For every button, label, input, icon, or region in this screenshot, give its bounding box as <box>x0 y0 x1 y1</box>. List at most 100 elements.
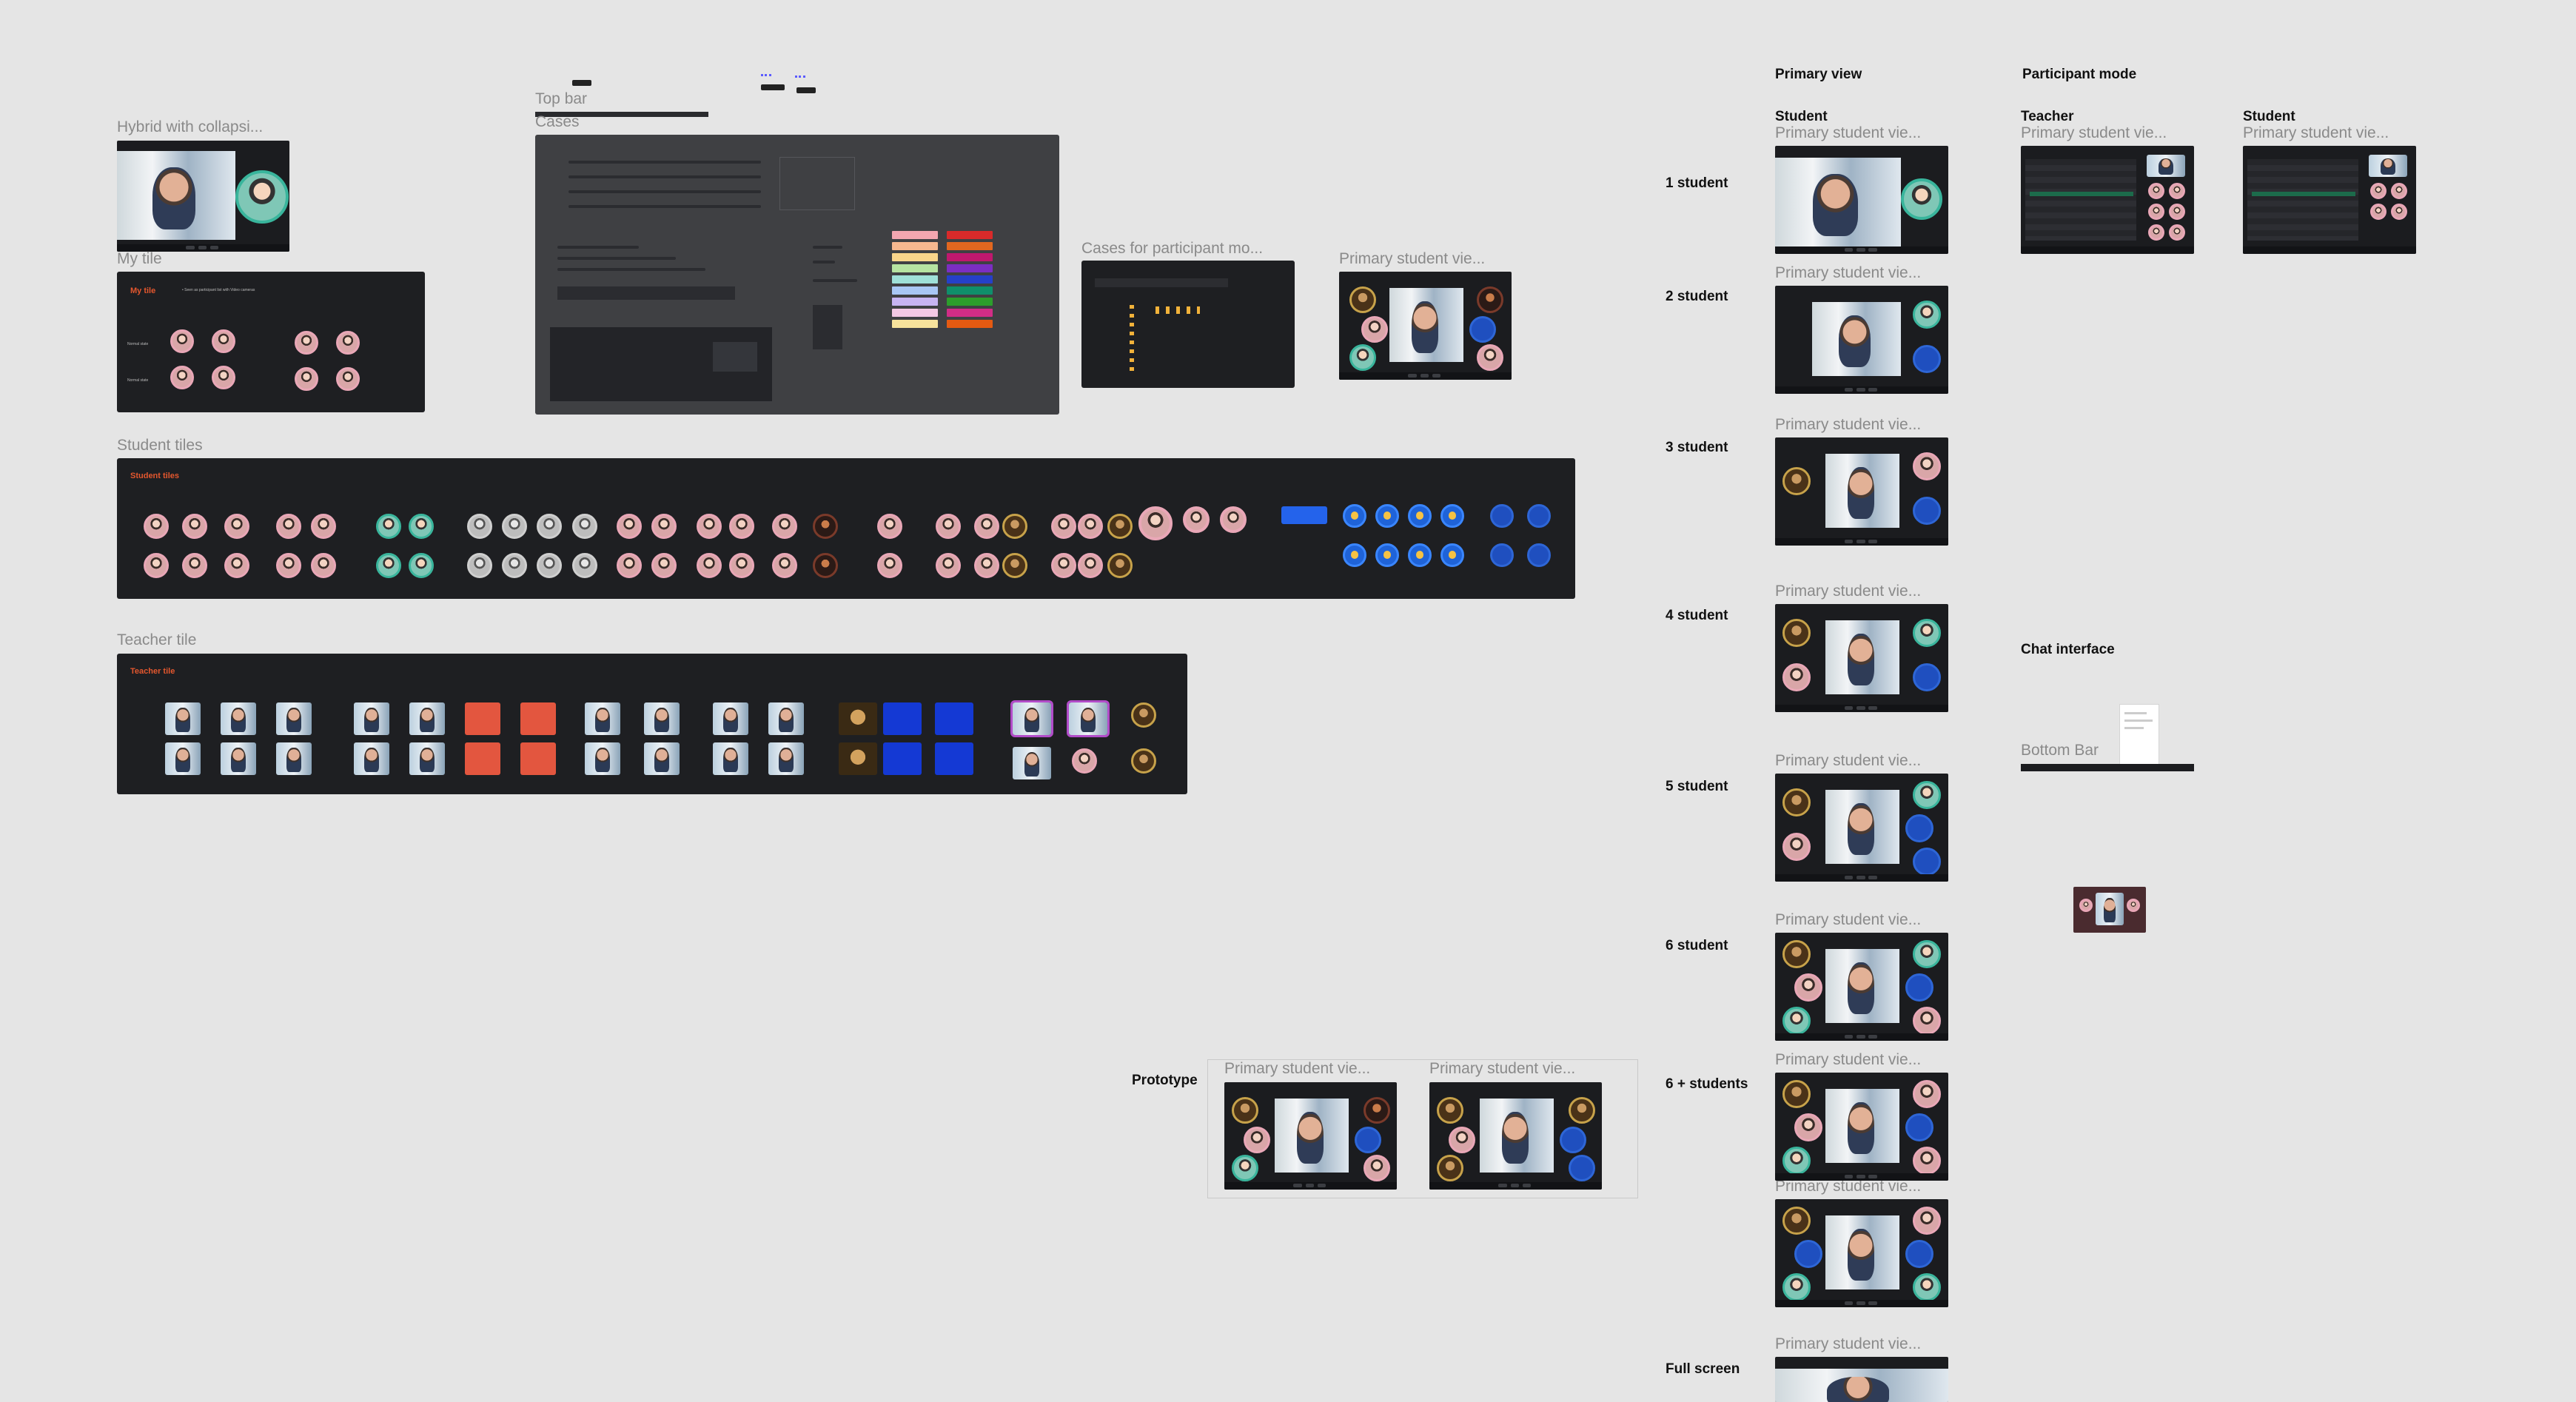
avatar-icon <box>1220 506 1247 533</box>
row-label-full-screen: Full screen <box>1666 1361 1740 1377</box>
face <box>1848 634 1874 685</box>
control-button <box>1868 1301 1878 1306</box>
video-thumbnail <box>839 742 877 775</box>
status-samples <box>813 305 842 349</box>
participant-student-thumbnail[interactable] <box>2243 146 2416 254</box>
video-thumbnail <box>165 702 201 735</box>
teacher-tile-panel[interactable]: Teacher tile <box>117 654 1187 794</box>
avatar-icon <box>617 553 642 578</box>
avatar-icon <box>502 553 527 578</box>
menu-sample <box>713 342 757 372</box>
avatar-icon <box>1913 663 1941 691</box>
avatar-icon <box>1131 748 1156 774</box>
control-button <box>1844 876 1854 880</box>
avatar-icon <box>1051 553 1076 578</box>
primary-view-thumbnail-1[interactable] <box>1775 146 1948 254</box>
row-label: Normal state <box>127 378 149 383</box>
face <box>1848 962 1874 1014</box>
participant-teacher-thumbnail[interactable] <box>2021 146 2194 254</box>
avatar-icon <box>936 553 961 578</box>
avatar-icon <box>1072 748 1097 774</box>
primary-student-view-thumbnail[interactable] <box>1339 272 1512 380</box>
avatar-icon <box>1002 553 1027 578</box>
control-button <box>1844 1175 1854 1179</box>
video-thumbnail <box>465 742 500 775</box>
avatar-icon <box>170 329 194 353</box>
face <box>420 707 435 732</box>
bottom-bar-thumbnail[interactable] <box>2021 764 2194 771</box>
avatar-icon <box>1905 973 1933 1002</box>
avatar-icon <box>1913 848 1941 876</box>
frame-label-student-view: Primary student vie... <box>2243 124 2389 141</box>
panel-title: My tile <box>130 286 156 295</box>
primary-view-thumbnail-7[interactable] <box>1775 1073 1948 1181</box>
prototype-frame-1[interactable] <box>1224 1082 1397 1190</box>
primary-view-thumbnail-6[interactable] <box>1775 933 1948 1041</box>
frame-label-student-tiles: Student tiles <box>117 437 203 454</box>
avatar-icon <box>1782 619 1811 647</box>
video-feed <box>1812 302 1901 376</box>
face <box>654 747 669 772</box>
hybrid-frame-thumbnail[interactable] <box>117 141 289 252</box>
avatar-icon <box>697 553 722 578</box>
primary-view-thumbnail-4[interactable] <box>1775 604 1948 712</box>
student-col3-heading: Student <box>2243 109 2295 124</box>
video-feed <box>1825 949 1899 1023</box>
prototype-heading: Prototype <box>1132 1073 1198 1088</box>
avatar-icon <box>170 366 194 389</box>
teacher-heading: Teacher <box>2021 109 2074 124</box>
avatar-icon <box>1527 543 1551 567</box>
tooltip-chip <box>761 84 785 90</box>
avatar-icon <box>572 514 597 539</box>
action-button[interactable] <box>1281 506 1327 524</box>
face <box>420 747 435 772</box>
tooltip-chip <box>796 87 816 93</box>
avatar-icon <box>1782 940 1811 968</box>
student-tiles-panel[interactable]: Student tiles <box>117 458 1575 599</box>
mini-video-thumbnail[interactable] <box>2073 887 2146 933</box>
avatar-icon <box>1782 1080 1811 1108</box>
cases-panel[interactable] <box>535 135 1059 415</box>
avatar-icon <box>651 514 677 539</box>
avatar-icon <box>974 514 999 539</box>
avatar-icon <box>295 367 318 391</box>
frame-label-pv-2: Primary student vie... <box>1775 264 1922 281</box>
avatar-icon <box>224 514 249 539</box>
face <box>1827 1376 1890 1402</box>
control-button <box>1868 876 1878 880</box>
row-label-5-student: 5 student <box>1666 779 1728 794</box>
avatar-icon <box>212 329 235 353</box>
primary-view-thumbnail-2[interactable] <box>1775 286 1948 394</box>
video-thumbnail <box>165 742 201 775</box>
video-thumbnail <box>768 742 804 775</box>
cases-participant-panel[interactable] <box>1081 261 1295 388</box>
primary-view-thumbnail-3[interactable] <box>1775 437 1948 546</box>
my-tile-panel[interactable]: My tile • Seen as participant list with … <box>117 272 425 412</box>
avatar-icon <box>1183 506 1210 533</box>
primary-view-thumbnail-9[interactable] <box>1775 1357 1948 1402</box>
frame-label-teacher-tile: Teacher tile <box>117 631 197 648</box>
avatar-icon <box>1051 514 1076 539</box>
row-label-4-student: 4 student <box>1666 608 1728 623</box>
avatar-icon <box>1107 514 1133 539</box>
video-thumbnail <box>935 742 973 775</box>
avatar-icon <box>772 553 797 578</box>
chat-interface-thumbnail[interactable] <box>2119 704 2159 769</box>
primary-view-thumbnail-5[interactable] <box>1775 774 1948 882</box>
frame-label-pv-6: Primary student vie... <box>1775 911 1922 928</box>
status-row <box>1155 306 1200 314</box>
control-button <box>1868 540 1878 544</box>
video-thumbnail <box>883 702 922 735</box>
avatar-icon <box>1782 663 1811 691</box>
control-button <box>1856 876 1865 880</box>
control-button <box>1868 1035 1878 1039</box>
self-avatar-icon <box>235 170 289 224</box>
primary-view-thumbnail-8[interactable] <box>1775 1199 1948 1307</box>
prototype-frame-2[interactable] <box>1429 1082 1602 1190</box>
video-feed <box>1825 790 1899 864</box>
frame-label-pv-9: Primary student vie... <box>1775 1335 1922 1352</box>
face <box>723 747 738 772</box>
frame-label-my-tile: My tile <box>117 250 162 267</box>
avatar-icon <box>336 331 360 355</box>
avatar-icon <box>1913 781 1941 809</box>
